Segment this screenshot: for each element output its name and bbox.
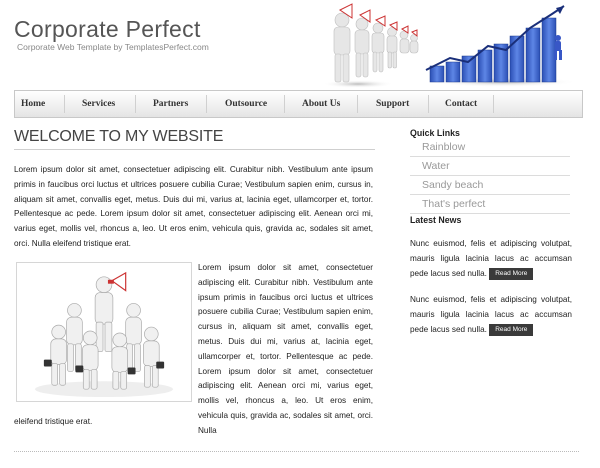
nav-divider bbox=[64, 95, 65, 113]
nav-partners[interactable]: Partners bbox=[153, 91, 188, 117]
page-title: WELCOME TO MY WEBSITE bbox=[14, 128, 224, 145]
heading-divider bbox=[14, 149, 375, 150]
body-paragraph: Lorem ipsum dolor sit amet, consectetuer… bbox=[198, 263, 373, 435]
news-item: Nunc euismod, felis et adipiscing volutp… bbox=[410, 292, 572, 337]
news-item: Nunc euismod, felis et adipiscing volutp… bbox=[410, 236, 572, 281]
nav-support[interactable]: Support bbox=[376, 91, 409, 117]
nav-divider bbox=[357, 95, 358, 113]
nav-divider bbox=[206, 95, 207, 113]
quick-link-sandy-beach[interactable]: Sandy beach bbox=[410, 176, 570, 195]
business-team-icon bbox=[50, 276, 160, 390]
team-photo bbox=[16, 262, 192, 402]
nav-divider bbox=[493, 95, 494, 113]
header-illustration bbox=[322, 3, 578, 88]
body-paragraph-tail: eleifend tristique erat. bbox=[14, 417, 93, 426]
nav-divider bbox=[284, 95, 285, 113]
nav-outsource[interactable]: Outsource bbox=[225, 91, 267, 117]
nav-contact[interactable]: Contact bbox=[445, 91, 477, 117]
nav-services[interactable]: Services bbox=[82, 91, 115, 117]
nav-about-us[interactable]: About Us bbox=[302, 91, 340, 117]
site-title: Corporate Perfect bbox=[14, 16, 201, 42]
footer-divider bbox=[14, 451, 579, 452]
latest-news-title: Latest News bbox=[410, 215, 462, 225]
growth-chart-icon bbox=[425, 5, 578, 87]
nav-divider bbox=[428, 95, 429, 113]
read-more-button[interactable]: Read More bbox=[489, 323, 534, 336]
quick-link-thats-perfect[interactable]: That's perfect bbox=[410, 195, 570, 214]
nav-home[interactable]: Home bbox=[21, 91, 45, 117]
intro-paragraph: Lorem ipsum dolor sit amet, consectetuer… bbox=[14, 165, 373, 248]
nav-divider bbox=[135, 95, 136, 113]
main-nav: Home Services Partners Outsource About U… bbox=[14, 90, 583, 118]
quick-link-water[interactable]: Water bbox=[410, 157, 570, 176]
quick-links-title: Quick Links bbox=[410, 128, 460, 138]
read-more-button[interactable]: Read More bbox=[489, 267, 534, 280]
site-subtitle: Corporate Web Template by TemplatesPerfe… bbox=[17, 42, 209, 52]
quick-link-rainblow[interactable]: Rainblow bbox=[410, 138, 570, 157]
megaphone-people-icon bbox=[322, 3, 419, 88]
